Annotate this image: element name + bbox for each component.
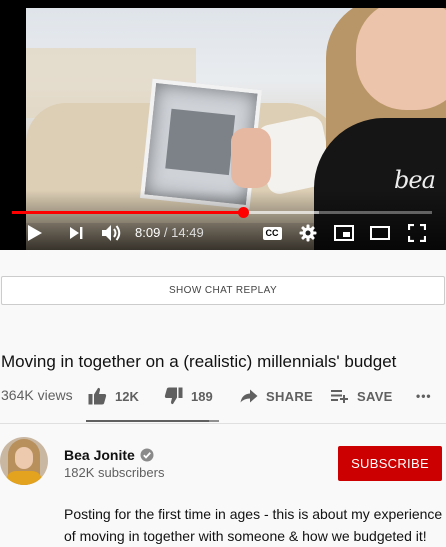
like-count: 12K bbox=[115, 388, 139, 404]
next-button[interactable] bbox=[64, 221, 88, 245]
progress-scrubber[interactable] bbox=[238, 207, 249, 218]
video-title: Moving in together on a (realistic) mill… bbox=[1, 352, 397, 371]
channel-avatar[interactable] bbox=[0, 437, 48, 485]
video-hand bbox=[231, 128, 271, 188]
volume-button[interactable] bbox=[99, 221, 125, 245]
video-actions-row: 364K views 12K 189 SHARE SAVE ••• bbox=[0, 386, 446, 406]
view-count: 364K views bbox=[1, 387, 73, 403]
progress-played bbox=[12, 211, 243, 214]
section-divider bbox=[0, 423, 446, 424]
video-person-face bbox=[356, 8, 446, 110]
dislike-button[interactable]: 189 bbox=[164, 386, 213, 406]
time-separator: / bbox=[160, 225, 172, 240]
save-label: SAVE bbox=[357, 388, 393, 404]
theater-icon bbox=[370, 226, 390, 240]
video-description: Posting for the first time in ages - thi… bbox=[64, 506, 443, 544]
more-options-icon: ••• bbox=[416, 389, 432, 403]
captions-button[interactable]: CC bbox=[261, 221, 283, 245]
like-button[interactable]: 12K bbox=[88, 386, 139, 406]
subscribe-button[interactable]: SUBSCRIBE bbox=[338, 446, 442, 481]
fullscreen-button[interactable] bbox=[405, 221, 429, 245]
captions-icon: CC bbox=[262, 226, 282, 240]
play-button[interactable] bbox=[22, 221, 48, 245]
more-actions-button[interactable]: ••• bbox=[416, 386, 432, 406]
play-icon bbox=[28, 225, 42, 241]
subscriber-count: 182K subscribers bbox=[64, 465, 165, 480]
settings-button[interactable] bbox=[297, 221, 319, 245]
current-time: 8:09 bbox=[135, 225, 161, 240]
channel-name-link[interactable]: Bea Jonite bbox=[64, 447, 154, 463]
settings-icon bbox=[299, 224, 317, 242]
thumbs-down-icon bbox=[164, 387, 183, 405]
duration: 14:49 bbox=[171, 225, 204, 240]
share-label: SHARE bbox=[266, 388, 314, 404]
share-button[interactable]: SHARE bbox=[240, 386, 313, 406]
playlist-add-icon bbox=[331, 390, 348, 403]
volume-icon bbox=[102, 225, 121, 241]
miniplayer-icon bbox=[334, 225, 354, 241]
next-icon bbox=[70, 227, 83, 239]
video-player[interactable]: bea 8:09 / 14:49 CC bbox=[0, 0, 446, 250]
share-arrow-icon bbox=[240, 389, 258, 403]
time-display: 8:09 / 14:49 bbox=[135, 225, 204, 240]
show-chat-replay-button[interactable]: SHOW CHAT REPLAY bbox=[1, 276, 445, 305]
progress-bar[interactable] bbox=[12, 207, 432, 218]
thumbs-up-icon bbox=[88, 387, 107, 405]
dislike-count: 189 bbox=[191, 388, 213, 404]
save-button[interactable]: SAVE bbox=[331, 386, 393, 406]
miniplayer-button[interactable] bbox=[332, 221, 356, 245]
like-dislike-ratio-bar bbox=[86, 420, 219, 422]
channel-name: Bea Jonite bbox=[64, 447, 135, 463]
theater-mode-button[interactable] bbox=[368, 221, 392, 245]
verified-badge-icon bbox=[140, 448, 154, 462]
fullscreen-icon bbox=[408, 224, 426, 242]
